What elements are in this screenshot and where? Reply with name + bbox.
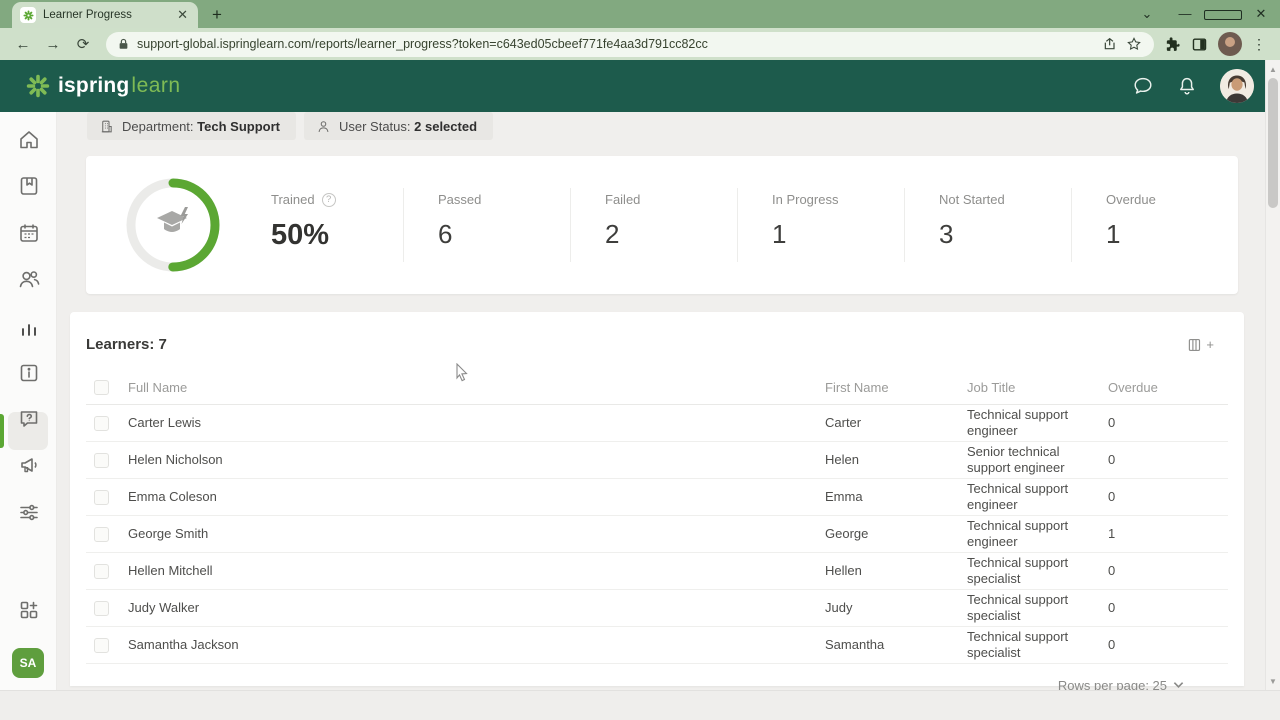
row-checkbox[interactable] [94,527,109,542]
stat-failed: Failed 2 [570,188,737,262]
account-badge[interactable]: SA [12,648,44,678]
filter-user-status[interactable]: User Status: 2 selected [304,112,493,140]
notifications-bell-icon[interactable] [1176,75,1198,97]
sidebar-item-courses[interactable] [17,174,41,198]
ispring-logo[interactable]: ispringlearn [26,74,181,98]
table-row[interactable]: Carter Lewis Carter Technical support en… [86,405,1228,442]
sidebar-item-reports[interactable] [17,319,41,343]
page-body: SA Department: Tech Support User Status:… [0,112,1280,690]
share-icon[interactable] [1102,36,1118,52]
stat-trained-value: 50% [271,219,403,252]
table-row[interactable]: Helen Nicholson Helen Senior technical s… [86,442,1228,479]
window-maximize-button[interactable] [1204,0,1242,28]
table-row[interactable]: George Smith George Technical support en… [86,516,1228,553]
department-icon [99,119,114,134]
row-checkbox[interactable] [94,601,109,616]
summary-card: Trained ? 50% Passed 6 Failed 2 In Progr… [86,156,1238,294]
browser-profile-avatar[interactable] [1218,32,1242,56]
table-row[interactable]: Judy Walker Judy Technical support speci… [86,590,1228,627]
browser-toolbar: ← → ⟳ support-global.ispringlearn.com/re… [0,28,1280,60]
active-indicator [0,414,4,448]
stat-trained: Trained ? 50% [245,188,403,262]
window-minimize-button[interactable]: — [1166,0,1204,28]
chevron-down-icon[interactable] [1173,681,1184,689]
filter-user-status-value: 2 selected [414,119,477,134]
sidebar-item-apps[interactable] [17,598,41,622]
new-tab-button[interactable]: + [212,6,222,23]
forward-button[interactable]: → [40,31,66,57]
main-content: Department: Tech Support User Status: 2 … [57,112,1264,690]
col-full-name[interactable]: Full Name [128,380,825,395]
mouse-cursor [455,363,469,383]
table-header-row: Full Name First Name Job Title Overdue [86,371,1228,405]
stat-trained-label: Trained [271,192,315,207]
column-settings-button[interactable]: + [1188,337,1214,352]
col-overdue[interactable]: Overdue [1108,380,1228,395]
sidebar-item-announcements[interactable] [17,453,41,477]
filter-department-value: Tech Support [197,119,280,134]
row-checkbox[interactable] [94,490,109,505]
filter-user-status-label: User Status: [339,119,411,134]
browser-menu-kebab-icon[interactable]: ⋮ [1252,36,1266,53]
app-header: ispringlearn [0,60,1280,112]
url-text: support-global.ispringlearn.com/reports/… [137,37,1094,51]
sidebar-item-help[interactable] [17,407,41,431]
sidebar: SA [0,112,57,690]
learners-title: Learners: 7 [86,336,167,353]
table-row[interactable]: Emma Coleson Emma Technical support engi… [86,479,1228,516]
back-button[interactable]: ← [10,31,36,57]
stat-not-started: Not Started 3 [904,188,1071,262]
ispring-favicon [20,7,36,23]
address-bar[interactable]: support-global.ispringlearn.com/reports/… [106,32,1154,57]
row-checkbox[interactable] [94,564,109,579]
messages-chat-icon[interactable] [1132,75,1154,97]
screen: Learner Progress ✕ + ⌄ — ✕ ← → ⟳ support… [0,0,1280,720]
stat-overdue: Overdue 1 [1071,188,1238,262]
brand-secondary: learn [131,74,180,97]
sidebar-item-calendar[interactable] [17,221,41,245]
col-job-title[interactable]: Job Title [967,380,1108,395]
table-row[interactable]: Hellen Mitchell Hellen Technical support… [86,553,1228,590]
side-panel-icon[interactable] [1191,36,1208,53]
filter-department[interactable]: Department: Tech Support [87,112,296,140]
tab-close-icon[interactable]: ✕ [175,7,190,23]
col-first-name[interactable]: First Name [825,380,967,395]
lock-icon [118,38,129,50]
user-avatar[interactable] [1220,69,1254,103]
reload-button[interactable]: ⟳ [70,31,96,57]
filter-department-label: Department: [122,119,194,134]
extensions-puzzle-icon[interactable] [1164,36,1181,53]
stat-passed: Passed 6 [403,188,570,262]
bookmark-star-icon[interactable] [1126,36,1142,52]
brand-primary: ispring [58,74,129,97]
filter-bar: Department: Tech Support User Status: 2 … [57,112,1264,140]
window-close-button[interactable]: ✕ [1242,0,1280,28]
stat-in-progress: In Progress 1 [737,188,904,262]
user-status-icon [316,119,331,134]
scrollbar-thumb[interactable] [1268,78,1278,208]
table-row[interactable]: Samantha Jackson Samantha Technical supp… [86,627,1228,664]
columns-icon [1188,338,1204,352]
trained-donut-chart [125,177,221,273]
sidebar-item-trainings[interactable] [17,361,41,385]
row-checkbox[interactable] [94,638,109,653]
browser-tab-bar: Learner Progress ✕ + ⌄ — ✕ [0,0,1280,28]
ispring-flower-icon [26,74,50,98]
sidebar-item-home[interactable] [17,128,41,152]
scroll-up-icon[interactable]: ▲ [1266,62,1280,76]
graduation-cap-bolt-icon [157,207,188,232]
learners-card: Learners: 7 + Full Name First Name Job T… [70,312,1244,686]
sidebar-item-users[interactable] [17,267,41,291]
row-checkbox[interactable] [94,416,109,431]
sidebar-item-settings[interactable] [17,500,41,524]
page-scrollbar[interactable]: ▲ ▼ [1265,60,1280,690]
row-checkbox[interactable] [94,453,109,468]
tab-title: Learner Progress [43,9,168,21]
letterbox-bottom [0,690,1280,720]
browser-tab[interactable]: Learner Progress ✕ [12,2,198,28]
select-all-checkbox[interactable] [94,380,109,395]
trained-help-icon[interactable]: ? [322,193,336,207]
scroll-down-icon[interactable]: ▼ [1266,674,1280,688]
tab-search-chevron-icon[interactable]: ⌄ [1128,0,1166,28]
